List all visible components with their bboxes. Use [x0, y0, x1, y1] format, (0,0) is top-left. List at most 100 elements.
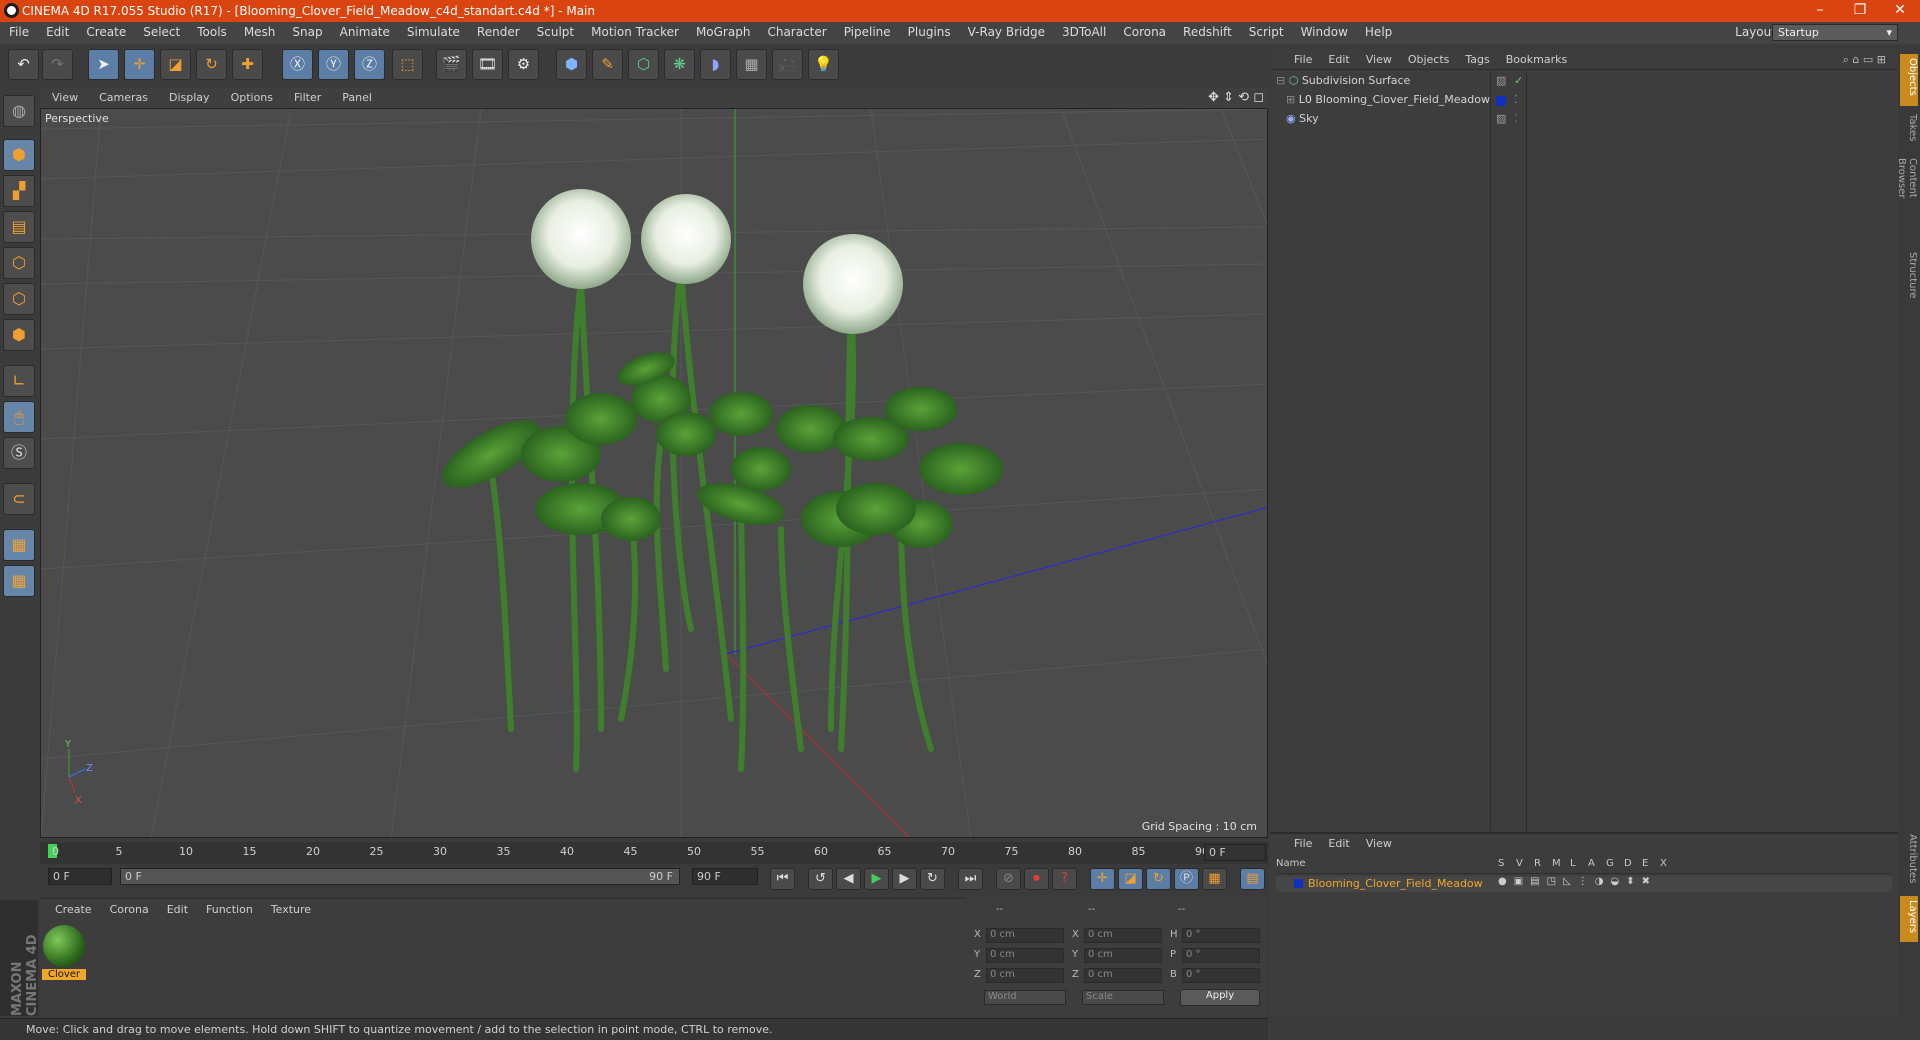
object-menu-objects[interactable]: Objects [1400, 50, 1458, 66]
camera-icon[interactable]: 🎥 [772, 49, 803, 80]
start-frame-field[interactable]: 0 F [48, 868, 112, 885]
deformer-icon[interactable]: ◗ [700, 49, 731, 80]
edges-mode-icon[interactable]: ⬡ [3, 283, 35, 315]
axis-mode-icon[interactable]: ∟ [3, 365, 35, 397]
undo-icon[interactable]: ↶ [8, 49, 39, 80]
enabled-check-icon[interactable]: ✓ [1514, 74, 1523, 87]
go-to-start-icon[interactable]: ⏮ [770, 868, 795, 890]
world-mode-select[interactable]: World [984, 990, 1066, 1005]
material-menu-function[interactable]: Function [197, 899, 262, 916]
make-editable-icon[interactable]: ◍ [3, 95, 35, 127]
object-menu-tags[interactable]: Tags [1457, 50, 1497, 66]
menu-sculpt[interactable]: Sculpt [528, 22, 582, 39]
menu-mesh[interactable]: Mesh [235, 22, 284, 39]
menu-pipeline[interactable]: Pipeline [835, 22, 899, 39]
menu-render[interactable]: Render [468, 22, 528, 39]
motion-record-icon[interactable]: ⊘ [996, 868, 1021, 890]
layer-toggle-icons[interactable]: ●▣▤◳◺⋮◑◒⬍✖ [1498, 876, 1657, 887]
timeline-window-icon[interactable]: ▤ [1240, 868, 1265, 890]
object-menu-view[interactable]: View [1358, 50, 1400, 66]
next-frame-icon[interactable]: ▶ [892, 868, 917, 890]
dot-toggle-icon-2[interactable]: ⁚ [1514, 112, 1518, 125]
play-icon[interactable]: ▶ [864, 868, 889, 890]
next-key-icon[interactable]: ↻ [920, 868, 945, 890]
maximize-button[interactable]: ❐ [1840, 2, 1880, 18]
tab-objects[interactable]: Objects [1900, 54, 1918, 106]
close-button[interactable]: ✕ [1880, 2, 1920, 18]
visibility-toggle-icon-2[interactable]: ▨ [1496, 112, 1506, 125]
object-manager-tools-icons[interactable]: ⌕ ⌂ ▭ ⊞ [1835, 50, 1894, 67]
polygons-mode-icon[interactable]: ⬢ [3, 319, 35, 351]
layer-row[interactable]: Blooming_Clover_Field_Meadow ●▣▤◳◺⋮◑◒⬍✖ [1276, 876, 1892, 892]
menu-3dtoall[interactable]: 3DToAll [1053, 22, 1114, 39]
magnet-icon[interactable]: ⊂ [3, 483, 35, 515]
cloner-icon[interactable]: ❋ [664, 49, 695, 80]
material-swatch[interactable]: Clover [42, 925, 86, 983]
previous-frame-icon[interactable]: ◀ [836, 868, 861, 890]
render-view-icon[interactable]: 🎬 [436, 49, 467, 80]
menu-mograph[interactable]: MoGraph [687, 22, 759, 39]
menu-character[interactable]: Character [758, 22, 834, 39]
position-y-field[interactable]: 0 cm [986, 948, 1064, 963]
go-to-end-icon[interactable]: ⏭ [958, 868, 983, 890]
rotate-tool-icon[interactable]: ↻ [196, 49, 227, 80]
layout-select[interactable]: Startup ▾ [1772, 24, 1898, 41]
menu-create[interactable]: Create [77, 22, 134, 39]
material-menu-create[interactable]: Create [46, 899, 101, 916]
timeline-ruler[interactable]: 0 5 10 15 20 25 30 35 40 45 50 55 60 65 70 75 80 85 90 0 F [40, 842, 1268, 864]
position-z-field[interactable]: 0 cm [986, 968, 1064, 983]
dot-toggle-icon[interactable]: ⁚ [1514, 93, 1518, 106]
material-menu-texture[interactable]: Texture [262, 899, 320, 916]
viewport-menu-panel[interactable]: Panel [330, 88, 381, 104]
layer-menu-edit[interactable]: Edit [1320, 834, 1357, 850]
layer-menu-view[interactable]: View [1358, 834, 1400, 850]
tab-layers[interactable]: Layers [1900, 896, 1918, 942]
y-axis-lock-icon[interactable]: Ⓨ [318, 49, 349, 80]
scale-mode-select[interactable]: Scale [1082, 990, 1164, 1005]
menu-vray-bridge[interactable]: V-Ray Bridge [959, 22, 1053, 39]
minimize-button[interactable]: – [1800, 2, 1840, 18]
menu-plugins[interactable]: Plugins [899, 22, 959, 39]
menu-file[interactable]: File [0, 22, 37, 39]
size-y-field[interactable]: 0 cm [1084, 948, 1162, 963]
recent-tool-icon[interactable]: ✚ [232, 49, 263, 80]
floor-icon[interactable]: ▦ [736, 49, 767, 80]
key-scale-icon[interactable]: ◪ [1118, 868, 1143, 890]
points-mode-icon[interactable]: ⬡ [3, 247, 35, 279]
autokey-icon[interactable]: ? [1052, 868, 1077, 890]
lock-workplane-icon[interactable]: ▦ [3, 529, 35, 561]
tab-structure[interactable]: Structure [1900, 248, 1918, 304]
layer-color-swatch-2[interactable] [1294, 879, 1303, 888]
menu-simulate[interactable]: Simulate [398, 22, 468, 39]
object-menu-file[interactable]: File [1286, 50, 1320, 66]
select-arrow-icon[interactable]: ➤ [88, 49, 119, 80]
object-menu-edit[interactable]: Edit [1320, 50, 1357, 66]
viewport-menu-filter[interactable]: Filter [282, 88, 330, 104]
menu-edit[interactable]: Edit [37, 22, 77, 39]
spline-pen-icon[interactable]: ✎ [592, 49, 623, 80]
size-z-field[interactable]: 0 cm [1084, 968, 1162, 983]
render-settings-icon[interactable]: ⚙ [508, 49, 539, 80]
range-slider[interactable]: 0 F 90 F [120, 868, 680, 885]
rotation-h-field[interactable]: 0 ° [1182, 928, 1260, 943]
coordinate-system-icon[interactable]: ⬚ [392, 49, 423, 80]
visibility-toggle-icon[interactable]: ▨ [1496, 74, 1506, 87]
material-menu-corona[interactable]: Corona [101, 899, 158, 916]
viewport-menu-options[interactable]: Options [219, 88, 282, 104]
menu-redshift[interactable]: Redshift [1174, 22, 1240, 39]
key-position-icon[interactable]: ✛ [1090, 868, 1115, 890]
subdivision-surface-icon[interactable]: ⬡ [628, 49, 659, 80]
object-row-sky[interactable]: ◉ Sky ▨ ⁚ [1276, 112, 1896, 130]
redo-icon[interactable]: ↷ [42, 49, 73, 80]
object-menu-bookmarks[interactable]: Bookmarks [1498, 50, 1575, 66]
menu-snap[interactable]: Snap [283, 22, 330, 39]
viewport-menu-display[interactable]: Display [157, 88, 219, 104]
object-row-subdivision-surface[interactable]: ⊟ ⬡ Subdivision Surface ▨ ✓ [1276, 74, 1896, 92]
snap-icon[interactable]: Ⓢ [3, 437, 35, 469]
perspective-viewport[interactable]: Y Z X Perspective Grid Spacing : 10 cm [40, 108, 1268, 838]
menu-script[interactable]: Script [1240, 22, 1292, 39]
tab-content-browser[interactable]: Content Browser [1896, 154, 1918, 244]
scale-tool-icon[interactable]: ◪ [160, 49, 191, 80]
object-row-clover-meadow[interactable]: ⊞ L0 Blooming_Clover_Field_Meadow ⁚ [1276, 93, 1896, 111]
menu-animate[interactable]: Animate [331, 22, 398, 39]
